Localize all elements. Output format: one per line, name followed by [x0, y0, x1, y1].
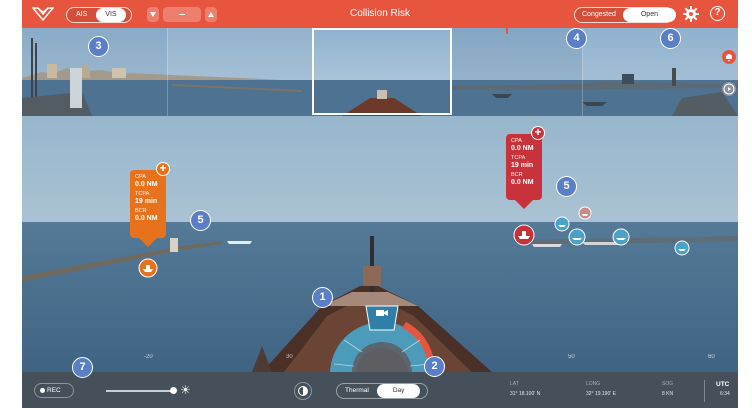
heading-tick: 60	[708, 354, 715, 360]
day-option[interactable]: Day	[376, 384, 421, 398]
playback-button[interactable]	[722, 82, 736, 96]
open-option[interactable]: Open	[622, 8, 676, 22]
badge-2: 2	[424, 356, 445, 377]
target-orange-callout[interactable]: CPA 0.0 NM TCPA 19 min BCR 0.0 NM	[130, 170, 166, 238]
bell-icon	[726, 54, 732, 62]
bcr-value: 0.0 NM	[511, 179, 534, 186]
badge-4: 4	[566, 28, 587, 49]
top-bar: AIS VIS Collision Risk Congested Open ?	[22, 0, 738, 28]
contrast-button[interactable]	[294, 382, 312, 400]
ship-target-icon[interactable]	[513, 224, 535, 246]
ais-target-icon[interactable]	[578, 206, 592, 220]
ais-target-icon[interactable]	[674, 240, 690, 256]
sun-icon: ☀	[180, 383, 191, 397]
add-target-button[interactable]: +	[531, 126, 545, 140]
main-camera-view[interactable]: CPA 0.0 NM TCPA 19 min BCR 0.0 NM + CPA …	[22, 116, 738, 372]
camera-icon	[376, 310, 388, 316]
bcr-label: BCR	[135, 208, 147, 214]
callout-pointer	[514, 199, 534, 209]
tcpa-value: 19 min	[135, 198, 158, 205]
thermal-day-toggle[interactable]: Thermal Day	[336, 383, 428, 399]
callout-pointer	[138, 237, 158, 247]
add-target-button[interactable]: +	[156, 162, 170, 176]
tcpa-value: 19 min	[511, 162, 534, 169]
record-dot-icon	[40, 388, 45, 393]
heading-control-ring[interactable]	[322, 294, 442, 372]
panorama-selection-frame[interactable]	[312, 28, 452, 115]
sog-value: 8 KN	[662, 391, 674, 397]
tcpa-label: TCPA	[135, 191, 150, 197]
badge-6: 6	[660, 28, 681, 49]
ship-target-icon[interactable]	[138, 258, 158, 278]
heading-tick: 30	[286, 354, 293, 360]
alarm-bell-icon[interactable]	[722, 50, 736, 64]
long-label: LONG	[586, 381, 601, 387]
brightness-slider-handle[interactable]	[170, 387, 177, 394]
lat-value: 31° 18.100' N	[510, 391, 541, 397]
cpa-label: CPA	[511, 138, 522, 144]
bcr-label: BCR	[511, 172, 523, 178]
badge-5: 5	[556, 176, 577, 197]
record-button[interactable]: REC	[34, 383, 74, 398]
sog-label: SOG	[662, 381, 674, 387]
record-label: REC	[47, 387, 61, 394]
bottom-bar: REC ☀ Thermal Day LAT 31° 18.100' N LONG…	[22, 372, 738, 408]
ais-target-icon[interactable]	[568, 228, 586, 246]
utc-label: UTC	[716, 381, 730, 388]
app-frame: AIS VIS Collision Risk Congested Open ? …	[22, 0, 738, 408]
long-value: 32° 19.190' E	[586, 391, 616, 397]
badge-7: 7	[72, 357, 93, 378]
cpa-value: 0.0 NM	[135, 181, 158, 188]
target-red-callout[interactable]: CPA 0.0 NM TCPA 19 min BCR 0.0 NM	[506, 134, 542, 200]
help-icon[interactable]: ?	[710, 6, 725, 21]
cpa-label: CPA	[135, 174, 146, 180]
lat-label: LAT	[510, 381, 519, 387]
heading-tick: -20	[144, 354, 153, 360]
brightness-slider[interactable]	[106, 390, 176, 392]
gear-icon[interactable]	[682, 5, 700, 23]
congested-option[interactable]: Congested	[575, 8, 623, 22]
badge-1: 1	[312, 287, 333, 308]
heading-tick: 50	[568, 354, 575, 360]
bcr-value: 0.0 NM	[135, 215, 158, 222]
cpa-value: 0.0 NM	[511, 145, 534, 152]
divider	[704, 380, 705, 402]
play-icon	[723, 83, 735, 95]
tcpa-label: TCPA	[511, 155, 526, 161]
utc-value: 6:34	[720, 391, 730, 397]
badge-5: 5	[190, 210, 211, 231]
ais-target-icon[interactable]	[612, 228, 630, 246]
badge-3: 3	[88, 36, 109, 57]
traffic-mode-toggle[interactable]: Congested Open	[574, 7, 676, 23]
thermal-option[interactable]: Thermal	[337, 384, 377, 398]
